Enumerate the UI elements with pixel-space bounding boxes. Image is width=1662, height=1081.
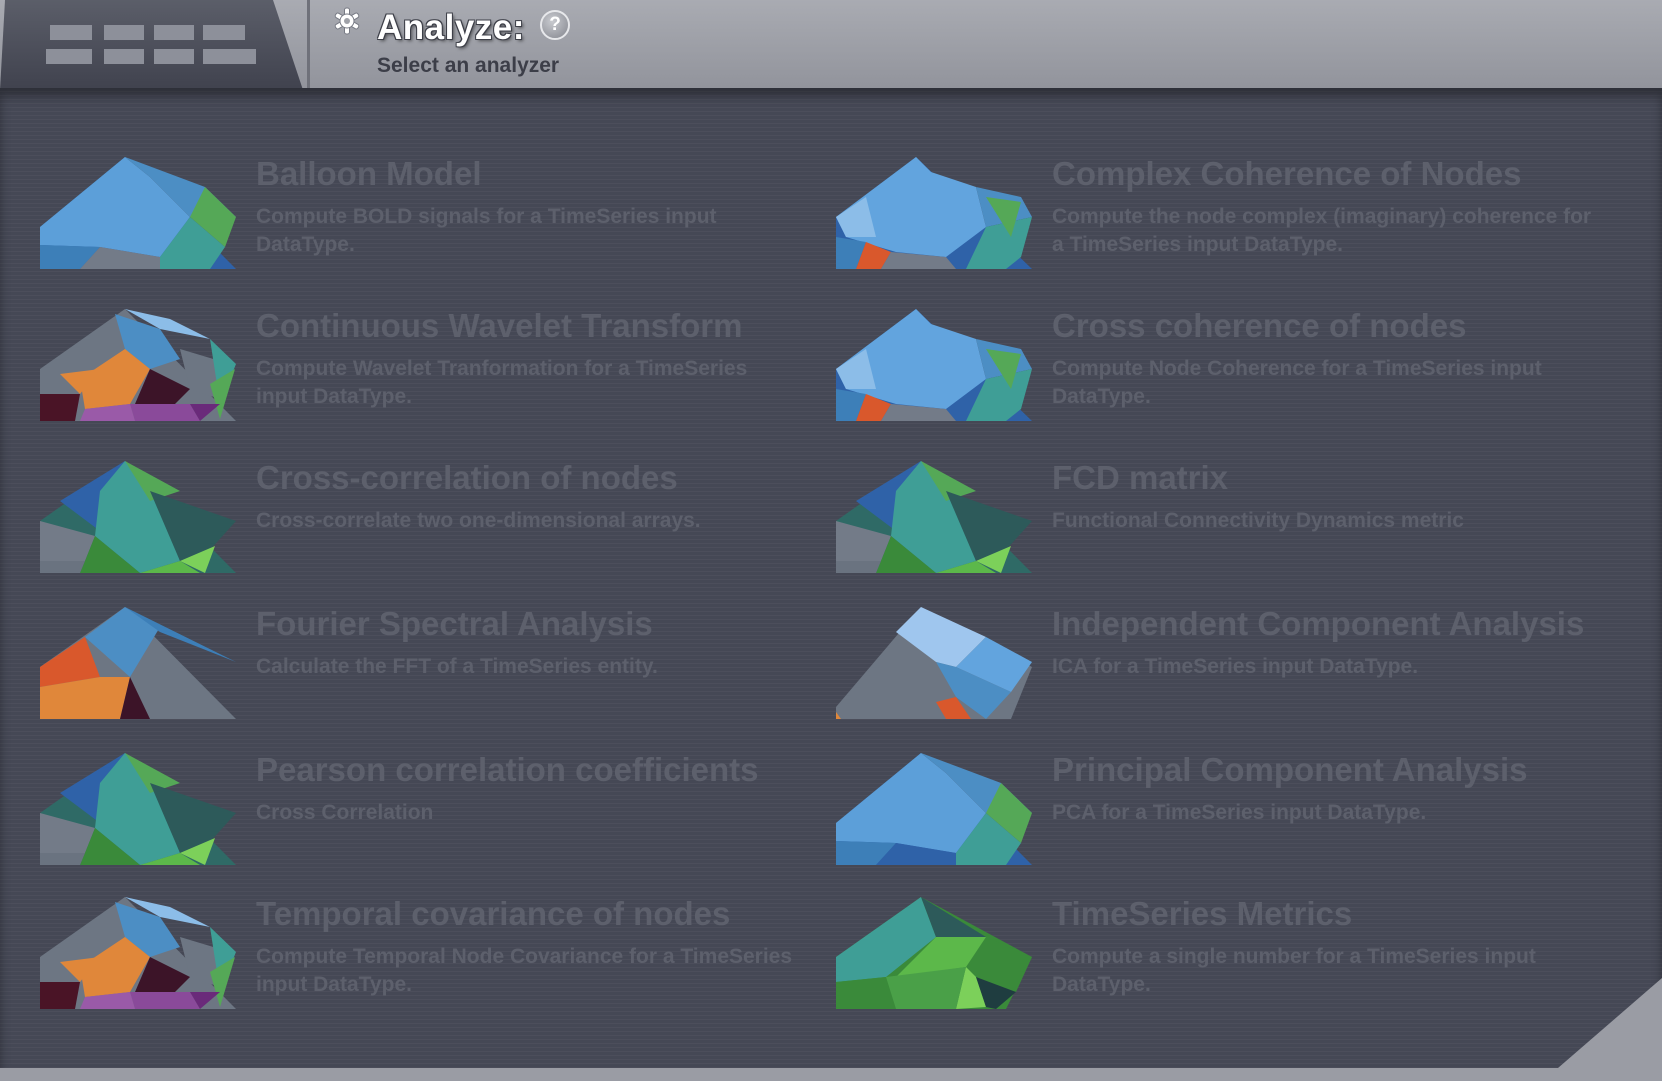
help-icon[interactable]: ? bbox=[540, 10, 570, 40]
analyzer-title: Fourier Spectral Analysis bbox=[256, 605, 653, 642]
fcd-matrix-icon bbox=[836, 461, 1032, 573]
pearson-icon bbox=[40, 753, 236, 865]
analyzer-description: ICA for a TimeSeries input DataType. bbox=[1052, 655, 1419, 678]
analyzer-description: PCA for a TimeSeries input DataType. bbox=[1052, 801, 1427, 824]
analyzer-item-fcd-matrix[interactable]: FCD matrix Functional Connectivity Dynam… bbox=[836, 459, 1596, 601]
temporal-covariance-icon bbox=[40, 897, 236, 1009]
header-bar: Analyze: ? Select an analyzer bbox=[0, 0, 1662, 90]
grid-menu-button[interactable] bbox=[0, 0, 303, 90]
gear-icon bbox=[334, 7, 360, 35]
header-divider bbox=[307, 0, 310, 88]
analyzer-title: Balloon Model bbox=[256, 155, 482, 192]
pca-icon bbox=[836, 753, 1032, 865]
analyzer-item-cross-coherence[interactable]: Cross coherence of nodes Compute Node Co… bbox=[836, 307, 1596, 449]
analyzer-title: Cross-correlation of nodes bbox=[256, 459, 678, 496]
analyzer-title: Continuous Wavelet Transform bbox=[256, 307, 743, 344]
analyzer-item-timeseries-metrics[interactable]: TimeSeries Metrics Compute a single numb… bbox=[836, 895, 1596, 1037]
analyzer-description: Compute Node Coherence for a TimeSeries … bbox=[1052, 357, 1542, 408]
analyzer-description: Compute BOLD signals for a TimeSeries in… bbox=[256, 205, 717, 256]
analyzer-description: Compute Wavelet Tranformation for a Time… bbox=[256, 357, 748, 408]
fourier-spectral-icon bbox=[40, 607, 236, 719]
analyzer-title: Temporal covariance of nodes bbox=[256, 895, 731, 932]
complex-coherence-icon bbox=[836, 157, 1032, 269]
analyzer-item-temporal-covariance[interactable]: Temporal covariance of nodes Compute Tem… bbox=[40, 895, 800, 1037]
analyzer-title: FCD matrix bbox=[1052, 459, 1229, 496]
analyzer-title: TimeSeries Metrics bbox=[1052, 895, 1353, 932]
analyzer-title: Complex Coherence of Nodes bbox=[1052, 155, 1522, 192]
analyzer-title: Pearson correlation coefficients bbox=[256, 751, 759, 788]
analyzer-description: Cross-correlate two one-dimensional arra… bbox=[256, 509, 701, 532]
cross-correlation-icon bbox=[40, 461, 236, 573]
analyzer-list-panel: Balloon Model Compute BOLD signals for a… bbox=[0, 88, 1662, 1068]
analyzer-item-continuous-wavelet[interactable]: Continuous Wavelet Transform Compute Wav… bbox=[40, 307, 800, 449]
balloon-model-icon bbox=[40, 157, 236, 269]
cross-coherence-icon bbox=[836, 309, 1032, 421]
analyzer-item-complex-coherence[interactable]: Complex Coherence of Nodes Compute the n… bbox=[836, 155, 1596, 297]
analyzer-item-balloon-model[interactable]: Balloon Model Compute BOLD signals for a… bbox=[40, 155, 800, 297]
page-title: Analyze: bbox=[377, 8, 525, 47]
analyzer-description: Cross Correlation bbox=[256, 801, 434, 824]
analyzer-item-ica[interactable]: Independent Component Analysis ICA for a… bbox=[836, 605, 1596, 747]
analyzer-item-pca[interactable]: Principal Component Analysis PCA for a T… bbox=[836, 751, 1596, 893]
continuous-wavelet-icon bbox=[40, 309, 236, 421]
analyzer-item-pearson[interactable]: Pearson correlation coefficients Cross C… bbox=[40, 751, 800, 893]
analyzer-description: Compute Temporal Node Covariance for a T… bbox=[256, 945, 793, 996]
analyzer-description: Calculate the FFT of a TimeSeries entity… bbox=[256, 655, 658, 678]
analyzer-title: Principal Component Analysis bbox=[1052, 751, 1528, 788]
analyzer-item-cross-correlation[interactable]: Cross-correlation of nodes Cross-correla… bbox=[40, 459, 800, 601]
analyzer-item-fourier-spectral[interactable]: Fourier Spectral Analysis Calculate the … bbox=[40, 605, 800, 747]
ica-icon bbox=[836, 607, 1032, 719]
analyzer-description: Compute the node complex (imaginary) coh… bbox=[1052, 205, 1592, 256]
timeseries-metrics-icon bbox=[836, 897, 1032, 1009]
analyzer-description: Compute a single number for a TimeSeries… bbox=[1052, 945, 1536, 996]
page-subtitle: Select an analyzer bbox=[377, 54, 560, 77]
analyzer-title: Cross coherence of nodes bbox=[1052, 307, 1467, 344]
analyzer-title: Independent Component Analysis bbox=[1052, 605, 1585, 642]
analyzer-description: Functional Connectivity Dynamics metric bbox=[1052, 509, 1464, 532]
